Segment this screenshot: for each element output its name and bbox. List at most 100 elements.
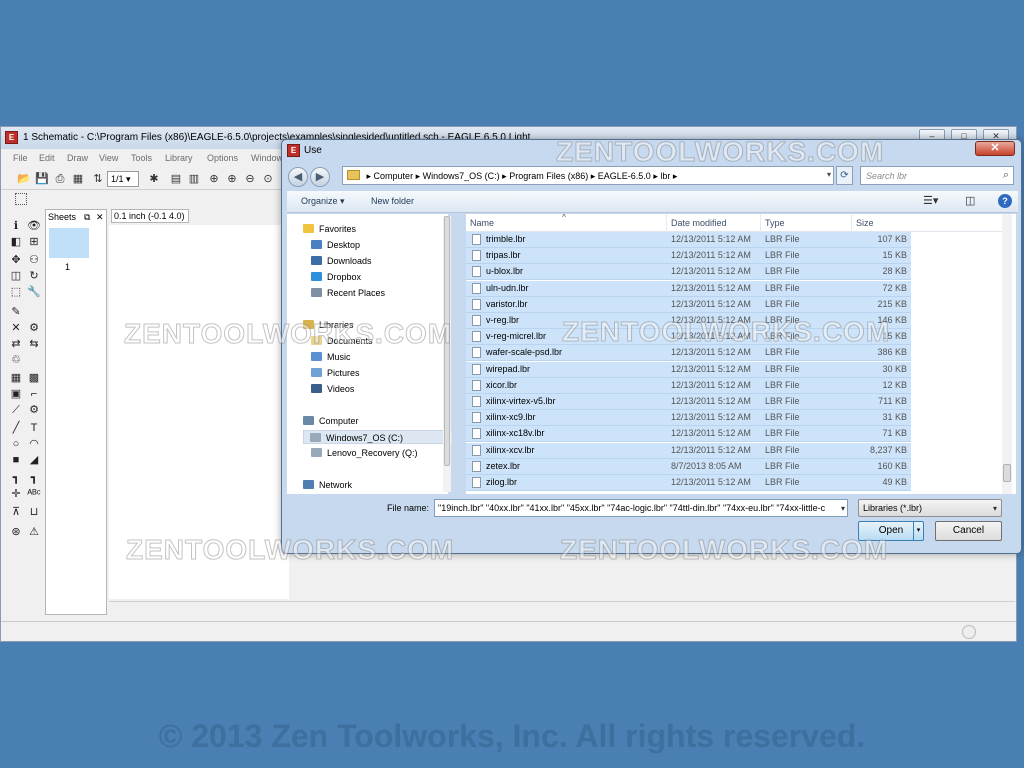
add-icon[interactable]: ⚙: [27, 321, 41, 335]
nav-drive-c[interactable]: Windows7_OS (C:): [303, 430, 453, 444]
arc-icon[interactable]: ◠: [27, 437, 41, 451]
nav-drive-q[interactable]: Lenovo_Recovery (Q:): [311, 446, 461, 460]
zoom-in-icon[interactable]: ⊕: [225, 172, 239, 186]
column-divider[interactable]: [760, 214, 761, 232]
breadcrumb-eagle[interactable]: EAGLE-6.5.0: [598, 171, 651, 181]
help-icon[interactable]: ?: [998, 194, 1012, 208]
file-row[interactable]: zetex.lbr 8/7/2013 8:05 AM LBR File 160 KB: [466, 458, 911, 475]
nav-downloads[interactable]: Downloads: [311, 254, 461, 268]
back-button[interactable]: ◀: [288, 167, 308, 187]
smash-icon[interactable]: ▣: [9, 387, 23, 401]
move-icon[interactable]: ✥: [9, 253, 23, 267]
file-row[interactable]: wirepad.lbr 12/13/2011 5:12 AM LBR File 30 …: [466, 361, 911, 378]
menu-view[interactable]: View: [99, 153, 118, 163]
pinswap-icon[interactable]: ⇄: [9, 337, 23, 351]
stop-icon[interactable]: [962, 625, 976, 639]
zoom-fit-icon[interactable]: ⊕: [207, 172, 221, 186]
save-icon[interactable]: 💾: [35, 172, 49, 186]
horizontal-scrollbar[interactable]: [109, 601, 1015, 615]
script-icon[interactable]: ▤: [169, 172, 183, 186]
erc-icon[interactable]: ⊛: [9, 525, 23, 539]
new-folder-button[interactable]: New folder: [371, 196, 414, 206]
nav-music[interactable]: Music: [311, 350, 461, 364]
label-icon[interactable]: ᴬᴮᶜ: [27, 487, 41, 501]
file-row[interactable]: u-blox.lbr 12/13/2011 5:12 AM LBR File 28 K…: [466, 264, 911, 281]
info-icon[interactable]: ℹ: [9, 219, 23, 233]
nav-desktop[interactable]: Desktop: [311, 238, 461, 252]
organize-button[interactable]: Organize ▾: [301, 196, 345, 207]
file-row[interactable]: xilinx-xc9.lbr 12/13/2011 5:12 AM LBR File…: [466, 410, 911, 427]
forward-button[interactable]: ▶: [310, 167, 330, 187]
name-icon[interactable]: ▦: [9, 371, 23, 385]
wire-icon[interactable]: ╱: [9, 421, 23, 435]
menu-options[interactable]: Options: [207, 153, 238, 163]
breadcrumb-program-files[interactable]: Program Files (x86): [509, 171, 588, 181]
attribute-icon[interactable]: ⊼: [9, 505, 23, 519]
ulp-icon[interactable]: ✱: [147, 172, 161, 186]
menu-file[interactable]: File: [13, 153, 28, 163]
column-size[interactable]: Size: [856, 218, 874, 228]
file-row[interactable]: uln-udn.lbr 12/13/2011 5:12 AM LBR File 72 …: [466, 280, 911, 297]
refresh-icon[interactable]: ⟳: [836, 166, 853, 185]
file-name-input[interactable]: "19inch.lbr" "40xx.lbr" "41xx.lbr" "45xx…: [434, 499, 848, 517]
zoom-out-icon[interactable]: ⊖: [243, 172, 257, 186]
zoom-select-icon[interactable]: ⊙: [261, 172, 275, 186]
breadcrumb-lbr[interactable]: lbr: [660, 171, 670, 181]
menu-edit[interactable]: Edit: [39, 153, 55, 163]
copy-icon[interactable]: ⚇: [27, 253, 41, 267]
search-icon[interactable]: ⌕: [1003, 169, 1009, 182]
display-icon[interactable]: ◧: [9, 235, 23, 249]
mirror-icon[interactable]: ◫: [9, 269, 23, 283]
breadcrumb-computer[interactable]: Computer: [374, 171, 414, 181]
menu-draw[interactable]: Draw: [67, 153, 88, 163]
errors-icon[interactable]: ⚠: [27, 525, 41, 539]
file-row[interactable]: xilinx-virtex-v5.lbr 12/13/2011 5:12 AM LB…: [466, 394, 911, 410]
file-list-scrollbar-thumb[interactable]: [1003, 464, 1011, 482]
grid-icon[interactable]: [15, 193, 27, 205]
menu-window[interactable]: Window: [251, 153, 283, 163]
board-icon[interactable]: ▥: [187, 172, 201, 186]
sheet-thumbnail[interactable]: [49, 228, 89, 258]
print-icon[interactable]: ⎙: [53, 172, 67, 186]
group-icon[interactable]: ⬚: [9, 285, 23, 299]
undock-icon[interactable]: ⧉: [84, 210, 90, 224]
chevron-down-icon[interactable]: ▾: [841, 501, 845, 516]
invoke-icon[interactable]: ⚙: [27, 403, 41, 417]
breadcrumb-drive[interactable]: Windows7_OS (C:): [423, 171, 500, 181]
chevron-down-icon[interactable]: ▾: [827, 170, 831, 179]
rect-icon[interactable]: ■: [9, 453, 23, 467]
column-divider[interactable]: [666, 214, 667, 232]
column-name[interactable]: Name: [470, 218, 494, 228]
column-type[interactable]: Type: [765, 218, 785, 228]
replace-icon[interactable]: ♲: [9, 353, 23, 367]
file-row[interactable]: xilinx-xc18v.lbr 12/13/2011 5:12 AM LBR Fi…: [466, 426, 911, 443]
address-bar[interactable]: ▸ Computer ▸ Windows7_OS (C:) ▸ Program …: [342, 166, 834, 185]
change-icon[interactable]: 🔧: [27, 285, 41, 299]
cam-icon[interactable]: ▦: [71, 172, 85, 186]
nav-computer[interactable]: Computer: [303, 414, 453, 428]
value-icon[interactable]: ▩: [27, 371, 41, 385]
sheet-icon[interactable]: ⇅: [91, 172, 105, 186]
column-date[interactable]: Date modified: [671, 218, 727, 228]
nav-scrollbar[interactable]: [443, 216, 451, 492]
column-divider[interactable]: [851, 214, 852, 232]
file-row[interactable]: trimble.lbr 12/13/2011 5:12 AM LBR File 107…: [466, 232, 911, 248]
view-options-icon[interactable]: ☰▾: [923, 194, 938, 207]
nav-network[interactable]: Network: [303, 478, 453, 492]
net-icon[interactable]: ┓: [27, 471, 41, 485]
file-row[interactable]: xicor.lbr 12/13/2011 5:12 AM LBR File 12 KB: [466, 377, 911, 394]
menu-tools[interactable]: Tools: [131, 153, 152, 163]
rotate-icon[interactable]: ↻: [27, 269, 41, 283]
file-row[interactable]: xilinx-xcv.lbr 12/13/2011 5:12 AM LBR File…: [466, 442, 911, 459]
close-icon[interactable]: ✕: [96, 210, 104, 224]
show-icon[interactable]: 👁: [27, 219, 41, 233]
file-list-scrollbar[interactable]: [1002, 214, 1012, 494]
polygon-icon[interactable]: ◢: [27, 453, 41, 467]
preview-pane-icon[interactable]: ◫: [965, 194, 975, 207]
circle-icon[interactable]: ○: [9, 437, 23, 451]
nav-videos[interactable]: Videos: [311, 382, 461, 396]
file-type-select[interactable]: Libraries (*.lbr) ▾: [858, 499, 1002, 517]
delete-icon[interactable]: ✕: [9, 321, 23, 335]
nav-dropbox[interactable]: Dropbox: [311, 270, 461, 284]
nav-recent-places[interactable]: Recent Places: [311, 286, 461, 300]
